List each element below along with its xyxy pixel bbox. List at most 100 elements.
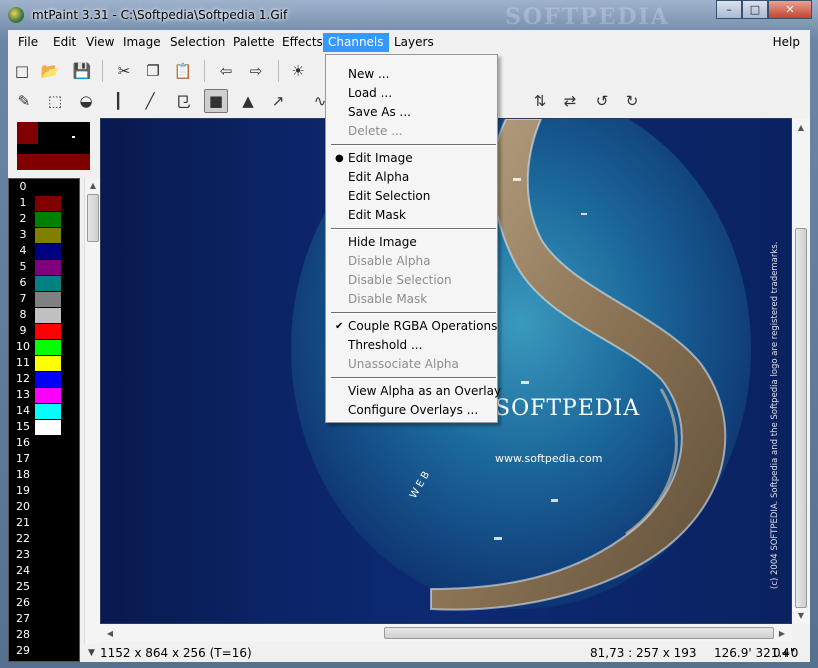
smudge-icon[interactable]: ╱ <box>138 89 162 113</box>
channels-menu-item[interactable]: Hide Image <box>348 235 417 250</box>
palette-entry[interactable]: 18 <box>9 467 79 483</box>
open-folder-icon[interactable]: 📂 <box>38 59 62 83</box>
horizontal-scroll-thumb[interactable] <box>384 627 774 639</box>
rotate-right-icon[interactable]: ↻ <box>620 89 644 113</box>
channels-menu-item[interactable]: New ... <box>348 67 389 82</box>
scroll-right-icon[interactable]: ▶ <box>774 626 790 640</box>
title-bar[interactable]: mtPaint 3.31 - C:\Softpedia\Softpedia 1.… <box>0 0 818 30</box>
palette-entry[interactable]: 7 <box>9 291 79 307</box>
channels-menu-item[interactable]: Edit Image <box>348 151 413 166</box>
palette-swatch[interactable] <box>35 260 61 275</box>
menu-palette[interactable]: Palette <box>228 33 280 52</box>
channels-menu-item[interactable]: Configure Overlays ... <box>348 403 478 418</box>
vertical-scrollbar[interactable]: ▲ ▼ <box>792 118 810 624</box>
palette-entry[interactable]: 14 <box>9 403 79 419</box>
channels-menu-item[interactable]: Couple RGBA Operations <box>348 319 497 334</box>
gradient-icon[interactable]: ↗ <box>266 89 290 113</box>
palette-swatch[interactable] <box>35 228 61 243</box>
palette-list[interactable]: 0 1 2 3 4 5 6 7 8 9 10 11 12 13 14 15 16 17 18 19 20 21 22 23 24… <box>8 178 80 662</box>
palette-entry[interactable]: 21 <box>9 515 79 531</box>
palette-entry[interactable]: 15 <box>9 419 79 435</box>
menu-selection[interactable]: Selection <box>165 33 230 52</box>
redo-icon[interactable]: ⇨ <box>244 59 268 83</box>
scroll-up-icon[interactable]: ▲ <box>793 120 809 134</box>
flip-horizontal-icon[interactable]: ⇄ <box>558 89 582 113</box>
palette-entry[interactable]: 6 <box>9 275 79 291</box>
palette-swatch[interactable] <box>35 276 61 291</box>
palette-swatch[interactable] <box>35 212 61 227</box>
select-rect-icon[interactable]: ⬚ <box>43 89 67 113</box>
palette-entry[interactable]: 4 <box>9 243 79 259</box>
maximize-button[interactable]: □ <box>742 0 768 19</box>
palette-entry[interactable]: 19 <box>9 483 79 499</box>
palette-swatch[interactable] <box>35 340 61 355</box>
palette-entry[interactable]: 3 <box>9 227 79 243</box>
palette-swatch[interactable] <box>35 372 61 387</box>
palette-entry[interactable]: 11 <box>9 355 79 371</box>
menu-effects[interactable]: Effects <box>277 33 328 52</box>
channels-menu-item[interactable]: View Alpha as an Overlay <box>348 384 501 399</box>
close-button[interactable]: ✕ <box>768 0 812 19</box>
palette-entry[interactable]: 0 <box>9 179 79 195</box>
palette-swatch[interactable] <box>35 292 61 307</box>
color-preview[interactable] <box>17 122 90 170</box>
channels-menu-item[interactable]: Load ... <box>348 86 392 101</box>
palette-entry[interactable]: 20 <box>9 499 79 515</box>
menu-edit[interactable]: Edit <box>48 33 81 52</box>
menu-help[interactable]: Help <box>773 33 800 52</box>
palette-entry[interactable]: 28 <box>9 627 79 643</box>
new-icon[interactable]: □ <box>10 59 34 83</box>
paint-icon[interactable]: ■ <box>204 89 228 113</box>
menu-view[interactable]: View <box>81 33 119 52</box>
save-icon[interactable]: 💾 <box>70 59 94 83</box>
pencil-icon[interactable]: ✎ <box>12 89 36 113</box>
menu-layers[interactable]: Layers <box>389 33 439 52</box>
channels-menu-item[interactable]: Edit Alpha <box>348 170 409 185</box>
copy-icon[interactable]: ❐ <box>141 59 165 83</box>
shape-icon[interactable]: ▲ <box>236 89 260 113</box>
sun-icon[interactable]: ☀ <box>286 59 310 83</box>
palette-entry[interactable]: 26 <box>9 595 79 611</box>
fill-icon[interactable]: ◒ <box>74 89 98 113</box>
scroll-up-icon[interactable]: ▲ <box>85 178 101 192</box>
undo-icon[interactable]: ⇦ <box>214 59 238 83</box>
palette-entry[interactable]: 5 <box>9 259 79 275</box>
palette-entry[interactable]: 25 <box>9 579 79 595</box>
channels-menu-item[interactable]: Edit Selection <box>348 189 430 204</box>
palette-entry[interactable]: 16 <box>9 435 79 451</box>
minimize-button[interactable]: – <box>716 0 742 19</box>
palette-entry[interactable]: 23 <box>9 547 79 563</box>
horizontal-scrollbar[interactable]: ◀ ▶ <box>100 624 792 642</box>
rotate-left-icon[interactable]: ↺ <box>590 89 614 113</box>
palette-scroll-thumb[interactable] <box>87 194 99 242</box>
cut-icon[interactable]: ✂ <box>112 59 136 83</box>
clone-icon[interactable]: ⺋ <box>171 89 195 113</box>
channels-menu-item[interactable]: Threshold ... <box>348 338 422 353</box>
scroll-down-icon[interactable]: ▼ <box>793 608 809 622</box>
palette-swatch[interactable] <box>35 196 61 211</box>
palette-entry[interactable]: 17 <box>9 451 79 467</box>
palette-entry[interactable]: 29 <box>9 643 79 659</box>
scroll-left-icon[interactable]: ◀ <box>102 626 118 640</box>
palette-swatch[interactable] <box>35 308 61 323</box>
palette-swatch[interactable] <box>35 420 61 435</box>
palette-entry[interactable]: 8 <box>9 307 79 323</box>
palette-swatch[interactable] <box>35 388 61 403</box>
palette-entry[interactable]: 10 <box>9 339 79 355</box>
vertical-scroll-thumb[interactable] <box>795 228 807 608</box>
palette-swatch[interactable] <box>35 244 61 259</box>
menu-channels[interactable]: Channels <box>323 33 389 52</box>
palette-entry[interactable]: 22 <box>9 531 79 547</box>
status-arrow-icon[interactable]: ▼ <box>88 646 95 660</box>
palette-entry[interactable]: 24 <box>9 563 79 579</box>
channels-menu-item[interactable]: Edit Mask <box>348 208 406 223</box>
palette-entry[interactable]: 27 <box>9 611 79 627</box>
palette-entry[interactable]: 13 <box>9 387 79 403</box>
palette-entry[interactable]: 12 <box>9 371 79 387</box>
palette-entry[interactable]: 9 <box>9 323 79 339</box>
menu-image[interactable]: Image <box>118 33 166 52</box>
palette-swatch[interactable] <box>35 404 61 419</box>
palette-entry[interactable]: 2 <box>9 211 79 227</box>
ruler-icon[interactable]: ┃ <box>106 89 130 113</box>
palette-entry[interactable]: 1 <box>9 195 79 211</box>
